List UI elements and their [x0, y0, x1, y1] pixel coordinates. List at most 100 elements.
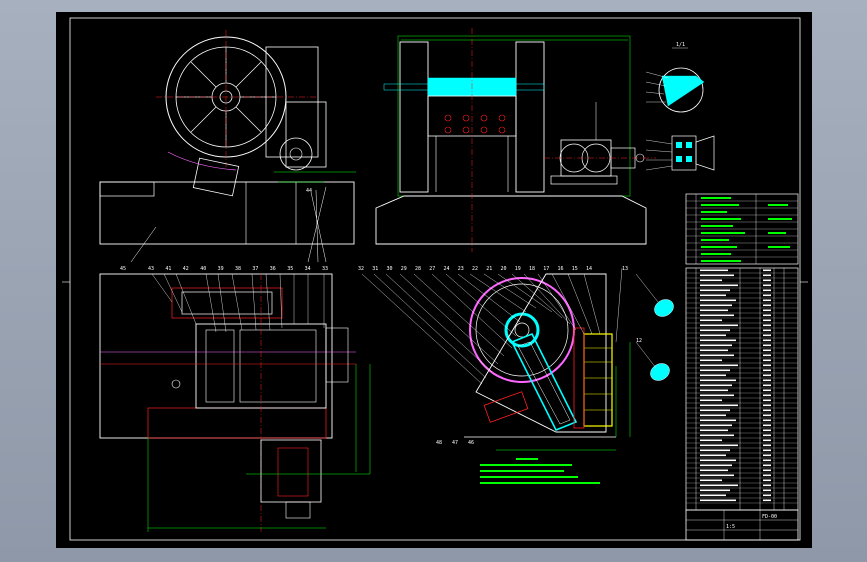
parts-row-qty	[763, 364, 771, 367]
parts-row-qty	[763, 384, 771, 387]
balloons-foot: 48 47 46	[436, 440, 474, 446]
parts-row-qty	[763, 449, 771, 452]
balloon-35: 35	[287, 266, 293, 272]
parts-row-qty	[763, 439, 771, 442]
parts-row-text	[700, 469, 728, 472]
side-view	[375, 28, 656, 252]
balloon-22: 22	[472, 266, 478, 272]
parts-row-qty	[763, 494, 771, 497]
balloon-43: 43	[148, 266, 154, 272]
parts-row-text	[700, 489, 730, 492]
parts-row-qty	[763, 419, 771, 422]
parts-row-text	[700, 304, 732, 307]
title-block: FD-00 1:5	[685, 509, 799, 541]
parts-row-text	[700, 319, 722, 322]
balloons-plan: 43 41 42 40 39 38 37 36 35 34 33	[148, 266, 328, 272]
jaw-box	[192, 157, 240, 197]
balloon-30: 30	[387, 266, 393, 272]
parts-row-text	[700, 339, 736, 342]
balloon-37: 37	[252, 266, 258, 272]
balloons-section: 32 31 30 29 28 27 24 23 22 21 20 19 18 17 16 15 14	[358, 266, 592, 272]
side-base	[375, 195, 647, 245]
parts-row-text	[700, 279, 722, 282]
right-cheek	[515, 41, 545, 193]
balloon-39: 39	[218, 266, 224, 272]
parts-row-text	[700, 384, 732, 387]
parts-row-qty	[763, 489, 771, 492]
balloon-31: 31	[372, 266, 378, 272]
parts-row-qty	[763, 469, 771, 472]
balloon-41: 41	[165, 266, 171, 272]
balloon-40: 40	[200, 266, 206, 272]
balloon-13: 13	[622, 266, 628, 272]
base-step	[99, 181, 155, 197]
parts-row-qty	[763, 369, 771, 372]
leaders-plan	[151, 273, 325, 333]
parts-row-qty	[763, 464, 771, 467]
parts-row-text	[700, 459, 736, 462]
balloon-38: 38	[235, 266, 241, 272]
parts-row-text	[700, 274, 734, 277]
balloon-top-left: 44	[306, 188, 312, 194]
parts-row-qty	[763, 454, 771, 457]
balloon-46: 46	[468, 440, 474, 446]
detail-coupling	[671, 135, 697, 171]
parts-row-text	[700, 299, 736, 302]
parts-row-text	[700, 399, 722, 402]
plan-outline	[99, 273, 333, 439]
parts-row-qty	[763, 319, 771, 322]
parts-row-qty	[763, 379, 771, 382]
parts-row-qty	[763, 404, 771, 407]
balloon-48: 48	[436, 440, 442, 446]
parts-row-qty	[763, 279, 771, 282]
front-view	[99, 30, 356, 263]
parts-row-qty	[763, 374, 771, 377]
balloon-15: 15	[572, 266, 578, 272]
section-view	[464, 273, 631, 451]
parts-row-text	[700, 494, 726, 497]
parts-row-qty	[763, 389, 771, 392]
parts-row-text	[700, 404, 738, 407]
parts-row-text	[700, 344, 732, 347]
parts-row-qty	[763, 474, 771, 477]
parts-row-text	[700, 349, 728, 352]
parts-row-qty	[763, 294, 771, 297]
parts-row-qty	[763, 394, 771, 397]
parts-row-qty	[763, 314, 771, 317]
parts-row-text	[700, 289, 730, 292]
parts-row-qty	[763, 434, 771, 437]
balloon-28: 28	[415, 266, 421, 272]
parts-row-text	[700, 394, 734, 397]
parts-row-text	[700, 309, 728, 312]
balloon-14: 14	[586, 266, 592, 272]
left-cheek	[399, 41, 429, 193]
parts-row-qty	[763, 284, 771, 287]
parts-row-qty	[763, 304, 771, 307]
parts-row-qty	[763, 344, 771, 347]
balloon-20: 20	[501, 266, 507, 272]
parts-row-qty	[763, 349, 771, 352]
parts-row-text	[700, 424, 732, 427]
parts-row-text	[700, 314, 734, 317]
parts-row-text	[700, 409, 730, 412]
parts-row-text	[700, 429, 728, 432]
parts-row-text	[700, 364, 738, 367]
parts-row-qty	[763, 354, 771, 357]
parts-row-qty	[763, 299, 771, 302]
parts-row-text	[700, 294, 726, 297]
tech-notes	[480, 458, 600, 484]
parts-row-qty	[763, 484, 771, 487]
detail-views: 1/1	[645, 42, 715, 171]
parts-row-text	[700, 354, 734, 357]
parts-row-text	[700, 464, 732, 467]
balloon-16: 16	[558, 266, 564, 272]
parts-row-text	[700, 444, 738, 447]
parts-row-qty	[763, 459, 771, 462]
parts-row-qty	[763, 409, 771, 412]
parts-row-text	[700, 359, 722, 362]
parts-row-text	[700, 269, 728, 272]
balloon-42: 42	[183, 266, 189, 272]
parts-row-qty	[763, 269, 771, 272]
balloon-left-side: 45	[120, 266, 126, 272]
cad-drawing: 1/1 FD-00 1:5 43 41 42 40 39 38 37 36 35…	[62, 17, 808, 541]
